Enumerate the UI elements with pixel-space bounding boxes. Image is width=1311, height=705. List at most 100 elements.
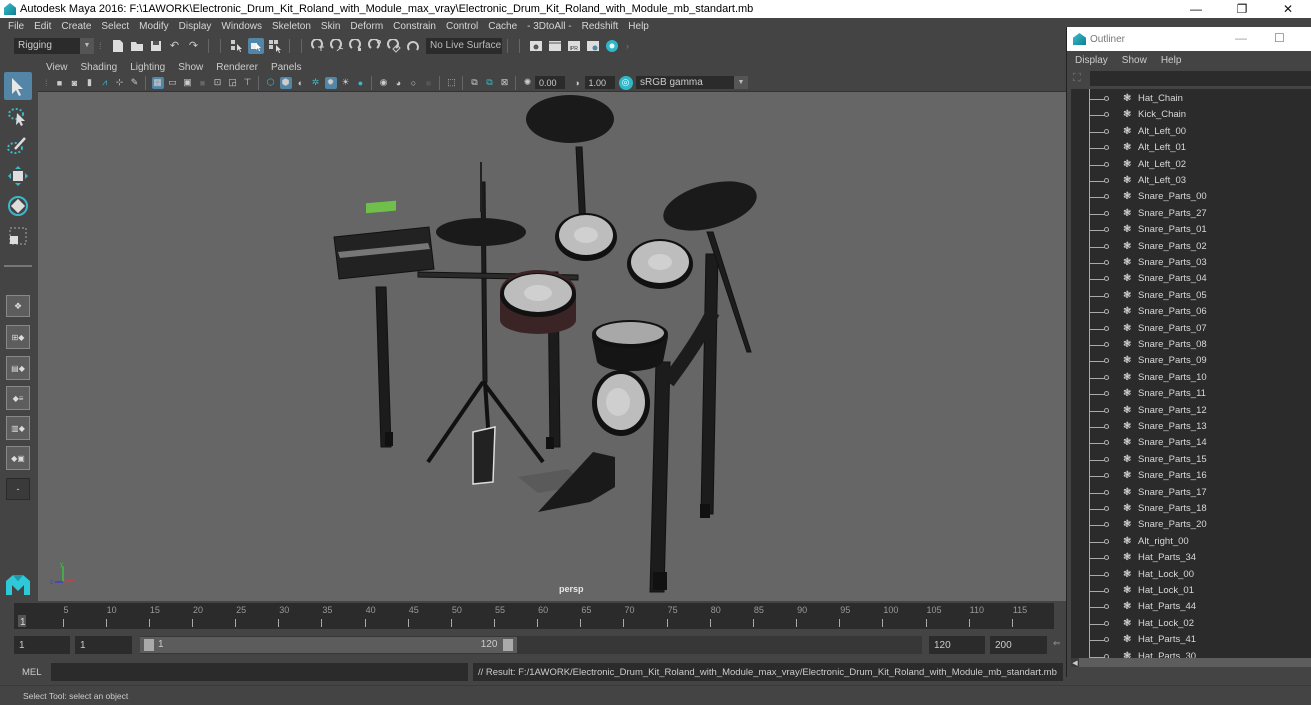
film-gate-icon[interactable]: ▭ — [167, 77, 179, 89]
expand-node-icon[interactable] — [1104, 210, 1109, 216]
bookmarks-icon[interactable]: ▮ — [84, 77, 96, 89]
menu-edit[interactable]: Edit — [30, 21, 57, 32]
redo-icon[interactable]: ↷ — [186, 38, 202, 54]
filter-options-icon[interactable]: ⛶ — [1073, 72, 1081, 85]
image-plane-icon[interactable]: ⩘ — [99, 77, 111, 89]
scale-tool-icon[interactable] — [4, 222, 32, 250]
select-tool-icon[interactable] — [4, 72, 32, 100]
outliner-item[interactable]: ❃ Alt_Left_00 — [1071, 124, 1311, 140]
outliner-item[interactable]: ❃ Hat_Lock_02 — [1071, 616, 1311, 632]
outliner-item[interactable]: ❃ Snare_Parts_05 — [1071, 288, 1311, 304]
outliner-item[interactable]: ❃ Hat_Lock_01 — [1071, 583, 1311, 599]
backface-culling-icon[interactable]: ⊠ — [499, 77, 511, 89]
multisample-aa-icon[interactable]: ◕ — [393, 77, 405, 89]
playback-end-field[interactable]: 120 — [929, 636, 985, 654]
move-tool-icon[interactable] — [4, 162, 32, 190]
menu-display[interactable]: Display — [175, 21, 218, 32]
outliner-menu-display[interactable]: Display — [1075, 55, 1108, 66]
outliner-item[interactable]: ❃ Snare_Parts_01 — [1071, 222, 1311, 238]
outliner-item[interactable]: ❃ Snare_Parts_16 — [1071, 468, 1311, 484]
undo-icon[interactable]: ↶ — [167, 38, 183, 54]
outliner-maximize-button[interactable]: ☐ — [1274, 31, 1285, 45]
menu-control[interactable]: Control — [442, 21, 484, 32]
gate-mask-icon[interactable]: ■ — [197, 77, 209, 89]
menu-file[interactable]: File — [4, 21, 30, 32]
expand-node-icon[interactable] — [1104, 407, 1109, 413]
outliner-item[interactable]: ❃ Alt_right_00 — [1071, 534, 1311, 550]
safe-title-icon[interactable]: ⊤ — [242, 77, 254, 89]
expand-node-icon[interactable] — [1104, 571, 1109, 577]
isolate-select-icon[interactable]: ■ — [423, 77, 435, 89]
render-view-icon[interactable] — [528, 38, 544, 54]
time-slider[interactable]: 1 5 10 15 20 25 30 35 40 45 50 55 60 65 70 75 80 85 90 95 1… — [0, 601, 1066, 631]
make-live-icon[interactable] — [405, 38, 421, 54]
outliner-item[interactable]: ❃ Snare_Parts_10 — [1071, 370, 1311, 386]
expand-node-icon[interactable] — [1104, 489, 1109, 495]
panel-menu-view[interactable]: View — [46, 62, 74, 73]
2d-pan-zoom-icon[interactable]: ⊹ — [114, 77, 126, 89]
range-slider[interactable]: 1 120 — [140, 636, 922, 654]
outliner-item[interactable]: ❃ Snare_Parts_02 — [1071, 239, 1311, 255]
panel-menu-lighting[interactable]: Lighting — [130, 62, 171, 73]
expand-node-icon[interactable] — [1104, 243, 1109, 249]
new-scene-icon[interactable] — [110, 38, 126, 54]
expand-node-icon[interactable] — [1104, 391, 1109, 397]
snap-point-icon[interactable] — [348, 38, 364, 54]
save-scene-icon[interactable] — [148, 38, 164, 54]
camera-attributes-icon[interactable]: ◙ — [69, 77, 81, 89]
single-perspective-layout-button[interactable]: ❖ — [6, 295, 30, 317]
perspective-viewport[interactable]: y z persp — [38, 91, 1066, 601]
live-surface-field[interactable]: No Live Surface — [426, 37, 502, 54]
time-ruler[interactable]: 1 5 10 15 20 25 30 35 40 45 50 55 60 65 70 75 80 85 90 95 1… — [14, 603, 1054, 629]
menu-windows[interactable]: Windows — [217, 21, 268, 32]
outliner-filter-input[interactable] — [1090, 71, 1311, 86]
outliner-item[interactable]: ❃ Hat_Parts_41 — [1071, 632, 1311, 648]
expand-node-icon[interactable] — [1104, 473, 1109, 479]
outliner-item[interactable]: ❃ Snare_Parts_14 — [1071, 435, 1311, 451]
four-view-layout-button[interactable]: ⊞◆ — [6, 325, 30, 349]
textured-icon[interactable]: ✲ — [310, 77, 322, 89]
menu-constrain[interactable]: Constrain — [389, 21, 442, 32]
persp-graph-layout-button[interactable]: ◆≡ — [6, 386, 30, 410]
menuset-dropdown[interactable]: Rigging ▼ — [14, 37, 94, 54]
expand-node-icon[interactable] — [1104, 522, 1109, 528]
expand-node-icon[interactable] — [1104, 194, 1109, 200]
smooth-shade-icon[interactable]: ⬢ — [279, 76, 292, 89]
expand-node-icon[interactable] — [1104, 604, 1109, 610]
open-scene-icon[interactable] — [129, 38, 145, 54]
expand-node-icon[interactable] — [1104, 456, 1109, 462]
outliner-item[interactable]: ❃ Alt_Left_03 — [1071, 173, 1311, 189]
snap-grid-icon[interactable] — [310, 38, 326, 54]
panel-menu-renderer[interactable]: Renderer — [216, 62, 264, 73]
expand-node-icon[interactable] — [1104, 374, 1109, 380]
outliner-menu-show[interactable]: Show — [1122, 55, 1147, 66]
outliner-menu-help[interactable]: Help — [1161, 55, 1182, 66]
playback-start-field[interactable]: 1 — [75, 636, 132, 654]
range-slider-fill[interactable] — [140, 637, 517, 653]
outliner-item[interactable]: ❃ Hat_Parts_44 — [1071, 599, 1311, 615]
expand-node-icon[interactable] — [1104, 506, 1109, 511]
outliner-item[interactable]: ❃ Snare_Parts_09 — [1071, 353, 1311, 369]
select-hierarchy-icon[interactable] — [229, 38, 245, 54]
hypershade-layout-button[interactable]: ◆▣ — [6, 446, 30, 470]
gamma-icon[interactable]: ◑ — [571, 77, 583, 89]
hypershade-icon[interactable] — [604, 38, 620, 54]
depth-of-field-icon[interactable]: ○ — [408, 77, 420, 89]
toolbar-grip[interactable]: › — [626, 39, 630, 53]
expand-node-icon[interactable] — [1104, 276, 1109, 282]
expand-node-icon[interactable] — [1104, 358, 1109, 364]
close-button[interactable]: ✕ — [1265, 0, 1311, 18]
persp-outliner-layout-button[interactable]: ▤◆ — [6, 356, 30, 380]
expand-node-icon[interactable] — [1104, 178, 1109, 183]
outliner-item[interactable]: ❃ Hat_Parts_34 — [1071, 550, 1311, 566]
paint-select-tool-icon[interactable] — [4, 132, 32, 160]
expand-node-icon[interactable] — [1104, 440, 1109, 446]
panel-menu-panels[interactable]: Panels — [271, 62, 308, 73]
safe-action-icon[interactable]: ◲ — [227, 77, 239, 89]
expand-node-icon[interactable] — [1104, 96, 1109, 101]
expand-node-icon[interactable] — [1104, 637, 1109, 643]
menu-create[interactable]: Create — [57, 21, 97, 32]
color-space-dropdown[interactable]: sRGB gamma ▼ — [636, 76, 748, 89]
expand-node-icon[interactable] — [1104, 620, 1109, 626]
expand-node-icon[interactable] — [1104, 161, 1109, 167]
